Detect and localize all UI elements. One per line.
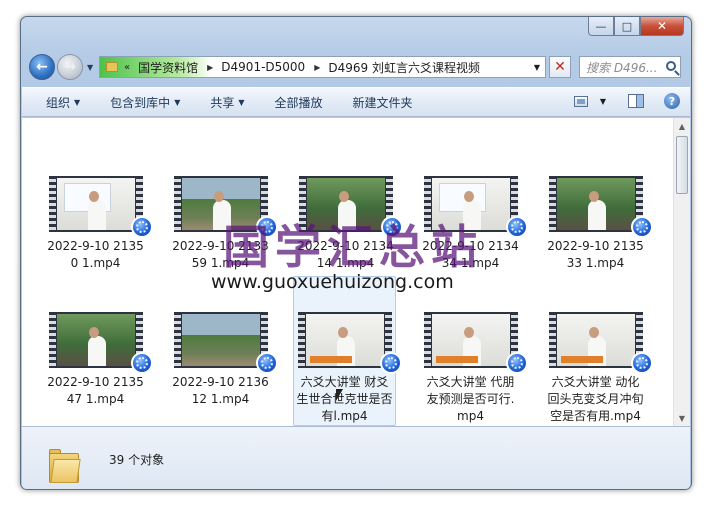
breadcrumb-separator-icon[interactable]: ▶ [314,63,320,72]
address-overflow-chevron[interactable]: « [124,62,130,73]
maximize-button[interactable]: □ [614,17,640,36]
play-all-button[interactable]: 全部播放 [275,94,323,111]
vertical-scrollbar[interactable]: ▲ ▼ [673,118,690,426]
file-name: 六爻大讲堂 代朋友预测是否可行.mp4 [426,375,515,423]
minimize-button[interactable]: — [588,17,614,36]
chevron-down-icon: ▼ [174,97,181,107]
scroll-down-icon[interactable]: ▼ [674,410,690,426]
navigation-bar: ← → ▼ « 国学资料馆 ▶ D4901-D5000 ▶ D4969 刘虹言六… [29,53,683,81]
arrow-left-icon: ← [36,59,48,75]
file-name: 2022-9-10 21350 1.mp4 [47,239,144,270]
stop-button[interactable]: ✕ [549,56,571,78]
file-name: 六爻大讲堂 财爻生世合世克世是否有l.mp4 [296,375,393,423]
chevron-down-icon: ▼ [238,97,245,107]
file-name: 2022-9-10 213612 1.mp4 [172,375,269,406]
include-in-library-label: 包含到库中 [110,95,171,110]
file-item[interactable]: 2022-9-10 21350 1.mp4 [44,176,153,272]
include-in-library-menu[interactable]: 包含到库中 ▼ [110,94,180,111]
chevron-down-icon[interactable]: ▼ [600,97,606,106]
back-button[interactable]: ← [29,54,55,80]
media-player-icon [379,352,402,374]
file-item[interactable]: 2022-9-10 213547 1.mp4 [44,312,153,408]
media-player-icon [505,216,528,238]
search-input[interactable]: 搜索 D496... [579,56,681,78]
folder-icon [106,62,118,72]
file-name: 六爻大讲堂 动化回头克变爻月冲旬空是否有用.mp4 [547,375,644,423]
breadcrumb-separator-icon[interactable]: ▶ [207,63,213,72]
watermark-text: 国学汇总站 [223,220,483,274]
command-bar: 组织 ▼ 包含到库中 ▼ 共享 ▼ 全部播放 新建文件夹 ▼ ? [22,87,690,117]
help-icon[interactable]: ? [664,93,680,109]
arrow-right-icon: → [64,59,76,75]
file-item[interactable]: 六爻大讲堂 代朋友预测是否可行.mp4 [419,312,528,425]
file-item[interactable]: 六爻大讲堂 动化回头克变爻月冲旬空是否有用.mp4 [544,312,653,425]
address-bar[interactable]: « 国学资料馆 ▶ D4901-D5000 ▶ D4969 刘虹言六爻课程视频 … [99,56,546,78]
breadcrumb-segment[interactable]: D4969 刘虹言六爻课程视频 [328,59,480,76]
media-player-icon [630,216,653,238]
item-count: 39 个对象 [109,453,165,467]
details-pane: 39 个对象 [22,426,690,489]
address-dropdown-icon[interactable]: ▼ [534,63,540,72]
organize-menu[interactable]: 组织 ▼ [46,94,80,111]
new-folder-button[interactable]: 新建文件夹 [353,94,413,111]
file-name: 2022-9-10 213547 1.mp4 [47,375,144,406]
video-thumbnail [48,312,153,374]
video-thumbnail [297,312,402,374]
search-icon[interactable] [666,61,676,71]
video-thumbnail [548,312,653,374]
video-thumbnail [423,312,528,374]
video-thumbnail [548,176,653,238]
view-controls: ▼ ? [573,93,680,109]
video-thumbnail [173,312,278,374]
close-button[interactable]: ✕ [640,17,684,36]
file-item-selected[interactable]: 六爻大讲堂 财爻生世合世克世是否有l.mp4 [293,276,402,426]
chevron-down-icon: ▼ [74,97,81,107]
scroll-up-icon[interactable]: ▲ [674,118,690,134]
share-label: 共享 [210,95,235,110]
video-thumbnail [48,176,153,238]
folder-icon [49,449,81,483]
media-player-icon [505,352,528,374]
change-view-icon[interactable] [573,95,588,107]
media-player-icon [255,352,278,374]
scrollbar-thumb[interactable] [676,136,688,194]
media-player-icon [130,352,153,374]
breadcrumb-segment[interactable]: D4901-D5000 [221,60,305,74]
share-menu[interactable]: 共享 ▼ [210,94,244,111]
file-name: 2022-9-10 213533 1.mp4 [547,239,644,270]
search-placeholder: 搜索 D496... [586,60,658,75]
play-all-label: 全部播放 [274,95,323,110]
new-folder-label: 新建文件夹 [352,95,413,110]
caption-buttons: — □ ✕ [588,17,684,37]
file-item[interactable]: 2022-9-10 213612 1.mp4 [169,312,278,408]
organize-label: 组织 [46,95,71,110]
mouse-cursor-icon [336,389,343,401]
breadcrumb-segment[interactable]: 国学资料馆 [138,59,198,76]
media-player-icon [130,216,153,238]
recent-locations-dropdown[interactable]: ▼ [87,63,95,72]
forward-button[interactable]: → [57,54,83,80]
media-player-icon [630,352,653,374]
watermark-url: www.guoxuehuizong.com [211,271,454,293]
preview-pane-icon[interactable] [628,94,644,108]
file-item[interactable]: 2022-9-10 213533 1.mp4 [544,176,653,272]
